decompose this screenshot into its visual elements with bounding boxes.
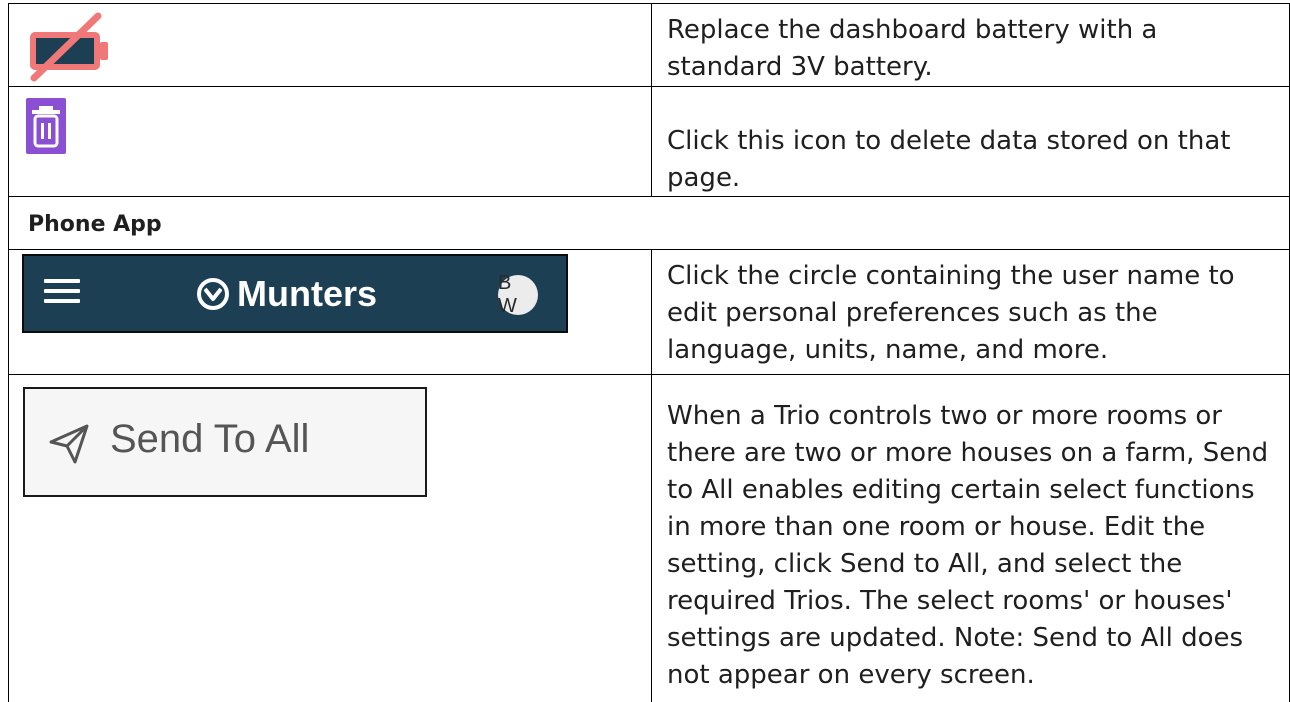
brand-name: Munters (237, 273, 378, 314)
brand: Munters (197, 268, 377, 320)
avatar[interactable]: B W (498, 272, 538, 317)
munters-logo-icon (197, 278, 229, 310)
divider (8, 249, 1290, 250)
avatar-description: Click the circle containing the user nam… (667, 261, 1235, 365)
divider (8, 86, 1290, 87)
section-title: Phone App (28, 212, 162, 237)
divider (651, 3, 652, 196)
divider (8, 3, 1290, 4)
battery-description: Replace the dashboard battery with a sta… (667, 15, 1158, 82)
paper-plane-icon (49, 424, 89, 464)
send-to-all-description: When a Trio controls two or more rooms o… (667, 401, 1269, 690)
app-header: Munters B W (22, 254, 568, 333)
divider (651, 249, 652, 702)
send-to-all-button[interactable]: Send To All (23, 387, 427, 497)
battery-crossed-icon (30, 12, 108, 82)
divider (8, 374, 1290, 375)
send-to-all-label: Send To All (110, 417, 310, 461)
hamburger-icon[interactable] (44, 279, 80, 309)
trash-icon (26, 98, 66, 154)
trash-description: Click this icon to delete data stored on… (667, 126, 1231, 193)
divider (8, 3, 9, 702)
